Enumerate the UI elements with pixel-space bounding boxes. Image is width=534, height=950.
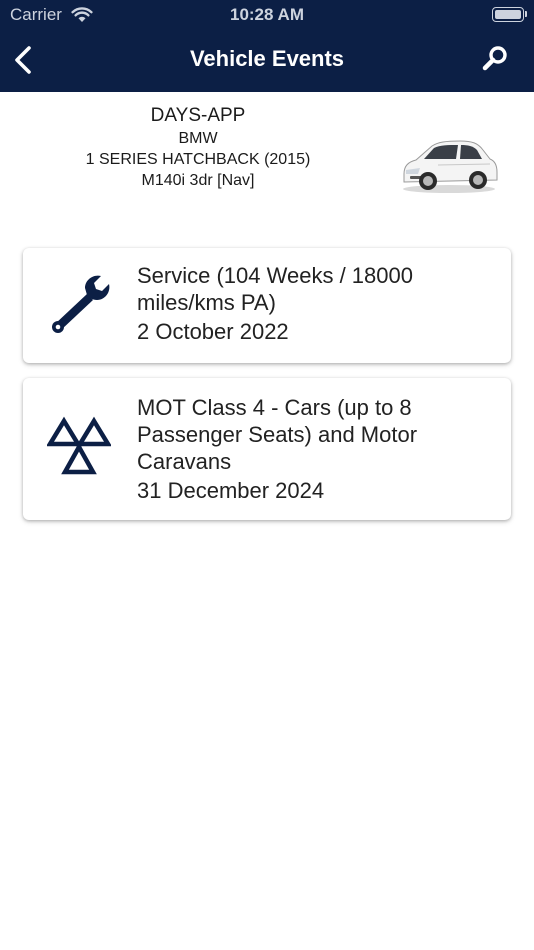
vehicle-model: 1 SERIES HATCHBACK (2015) — [85, 151, 311, 168]
battery-nub — [525, 11, 527, 17]
status-bar: Carrier 10:28 AM — [0, 0, 534, 30]
battery-icon — [492, 7, 524, 22]
search-icon[interactable] — [480, 44, 510, 74]
event-name: MOT Class 4 - Cars (up to 8 Passenger Se… — [137, 395, 418, 474]
event-text: MOT Class 4 - Cars (up to 8 Passenger Se… — [137, 394, 495, 504]
event-card-mot[interactable]: MOT Class 4 - Cars (up to 8 Passenger Se… — [23, 378, 511, 520]
clock-time: 10:28 AM — [229, 5, 304, 24]
event-card-service[interactable]: Service (104 Weeks / 18000 miles/kms PA)… — [23, 248, 511, 363]
mot-triangles-icon — [47, 416, 111, 475]
wrench-icon — [52, 275, 110, 333]
car-image — [403, 140, 498, 193]
vehicle-info: DAYS-APP BMW 1 SERIES HATCHBACK (2015) M… — [48, 104, 348, 191]
vehicle-make: BMW — [178, 130, 218, 147]
vehicle-variant: M140i 3dr [Nav] — [141, 172, 255, 189]
page-title: Vehicle Events — [189, 46, 345, 71]
vehicle-registration: DAYS-APP — [150, 105, 246, 126]
event-text: Service (104 Weeks / 18000 miles/kms PA)… — [137, 262, 495, 345]
event-name: Service (104 Weeks / 18000 miles/kms PA) — [137, 263, 413, 315]
event-date: 31 December 2024 — [137, 478, 325, 503]
nav-header: Carrier 10:28 AM Vehicle Events — [0, 0, 534, 92]
event-date: 2 October 2022 — [137, 319, 289, 344]
